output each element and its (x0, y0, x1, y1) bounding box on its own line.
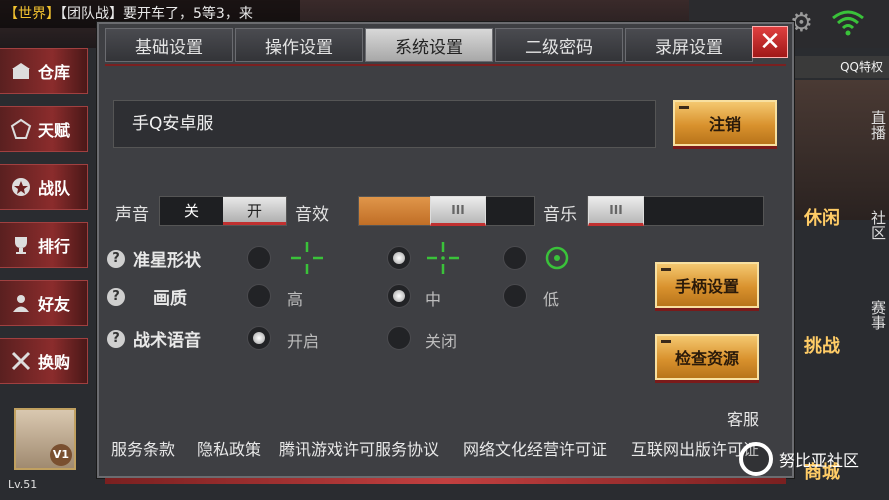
clan-icon (12, 178, 30, 196)
menu-item-exchange[interactable]: 换购 (0, 338, 88, 384)
crosshair-dot-cross-icon (427, 242, 459, 274)
tab-secondary-password[interactable]: 二级密码 (495, 28, 623, 62)
help-icon[interactable]: ? (107, 288, 125, 306)
license-agreement-link[interactable]: 腾讯游戏许可服务协议 (279, 436, 439, 460)
customer-service-link[interactable]: 客服 (727, 406, 759, 430)
terms-link[interactable]: 服务条款 (111, 436, 175, 460)
sfx-slider-knob[interactable]: III (430, 196, 486, 226)
vip-badge: V1 (50, 444, 72, 466)
quality-radio-low[interactable] (503, 284, 527, 308)
tab-system[interactable]: 系统设置 (365, 28, 493, 62)
side-item-event[interactable]: 赛事 (855, 300, 889, 330)
side-item-live[interactable]: 直播 (855, 110, 889, 140)
exchange-icon (11, 351, 31, 371)
menu-item-friends[interactable]: 好友 (0, 280, 88, 326)
character-portrait (793, 80, 889, 220)
crosshair-radio-2[interactable] (387, 246, 411, 270)
quality-label: 画质 (153, 289, 187, 309)
crosshair-label: 准星形状 (133, 251, 201, 271)
watermark-text: 努比亚社区 (778, 451, 859, 470)
voice-label: 战术语音 (133, 331, 201, 351)
mode-casual-label[interactable]: 休闲 (793, 204, 851, 230)
wifi-icon (832, 10, 864, 36)
menu-item-label: 天赋 (38, 121, 71, 140)
sfx-slider[interactable]: III (358, 196, 535, 226)
crosshair-radio-3[interactable] (503, 246, 527, 270)
check-resources-button[interactable]: 检查资源 (655, 334, 759, 380)
privacy-link[interactable]: 隐私政策 (197, 436, 261, 460)
quality-radio-high[interactable] (247, 284, 271, 308)
quality-option-low: 低 (543, 290, 560, 309)
voice-option-off: 关闭 (425, 332, 458, 351)
qq-privilege-badge[interactable]: QQ特权 (793, 56, 889, 78)
sound-toggle[interactable]: 关 开 (159, 196, 287, 226)
quality-radio-medium[interactable] (387, 284, 411, 308)
help-icon[interactable]: ? (107, 330, 125, 348)
menu-item-label: 排行 (38, 237, 71, 256)
right-panel: 直播 社区 赛事 休闲 挑战 商城 (793, 80, 889, 500)
voice-radio-on[interactable] (247, 326, 271, 350)
server-name-field: 手Q安卓服 (113, 100, 656, 148)
voice-option-on: 开启 (287, 332, 320, 351)
menu-item-clan[interactable]: 战队 (0, 164, 88, 210)
talent-icon (10, 118, 32, 139)
menu-item-label: 换购 (38, 353, 71, 372)
music-slider[interactable]: III (587, 196, 764, 226)
warehouse-icon (12, 63, 30, 79)
crosshair-circle-icon (545, 246, 569, 270)
side-item-community[interactable]: 社区 (855, 210, 889, 240)
sound-on-option[interactable]: 开 (223, 197, 286, 225)
player-level: Lv.51 (8, 478, 38, 491)
logout-button[interactable]: 注销 (673, 100, 777, 146)
menu-item-label: 好友 (38, 295, 71, 314)
music-label: 音乐 (543, 205, 577, 225)
logout-button-label: 注销 (708, 115, 741, 134)
voice-radio-off[interactable] (387, 326, 411, 350)
crosshair-radio-1[interactable] (247, 246, 271, 270)
settings-tabs: 基础设置 操作设置 系统设置 二级密码 录屏设置 (105, 28, 753, 62)
quality-option-medium: 中 (425, 290, 442, 309)
community-watermark: 努比亚社区 (738, 442, 859, 476)
sfx-label: 音效 (295, 205, 329, 225)
quality-option-high: 高 (287, 290, 304, 309)
ranking-icon (15, 237, 27, 254)
crosshair-cross-icon (291, 242, 323, 274)
chat-channel: 【世界】 (4, 6, 60, 22)
menu-item-ranking[interactable]: 排行 (0, 222, 88, 268)
tab-controls[interactable]: 操作设置 (235, 28, 363, 62)
mode-challenge-label[interactable]: 挑战 (793, 332, 851, 358)
friends-icon (13, 295, 29, 312)
avatar[interactable]: V1 (14, 408, 76, 470)
close-button[interactable]: ✕ (752, 26, 788, 58)
settings-dialog: 基础设置 操作设置 系统设置 二级密码 录屏设置 ✕ 手Q安卓服 注销 声音 关… (97, 22, 794, 484)
sound-label: 声音 (115, 205, 149, 225)
check-resources-label: 检查资源 (674, 349, 739, 368)
menu-item-label: 战队 (38, 179, 71, 198)
menu-item-label: 仓库 (38, 63, 71, 82)
culture-license-link[interactable]: 网络文化经营许可证 (463, 436, 607, 460)
gamepad-settings-label: 手柄设置 (674, 277, 739, 296)
music-slider-knob[interactable]: III (588, 196, 644, 226)
menu-item-warehouse[interactable]: 仓库 (0, 48, 88, 94)
nubia-logo-icon (738, 442, 773, 476)
gamepad-settings-button[interactable]: 手柄设置 (655, 262, 759, 308)
tab-divider (105, 64, 786, 66)
left-menu: 仓库 天赋 战队 排行 好友 换购 (0, 48, 90, 396)
tab-recording[interactable]: 录屏设置 (625, 28, 753, 62)
help-icon[interactable]: ? (107, 250, 125, 268)
menu-item-talent[interactable]: 天赋 (0, 106, 88, 152)
tab-basic[interactable]: 基础设置 (105, 28, 233, 62)
chat-message: 【团队战】要开车了，5等3，来 (60, 6, 253, 22)
sound-off-option[interactable]: 关 (160, 197, 223, 225)
